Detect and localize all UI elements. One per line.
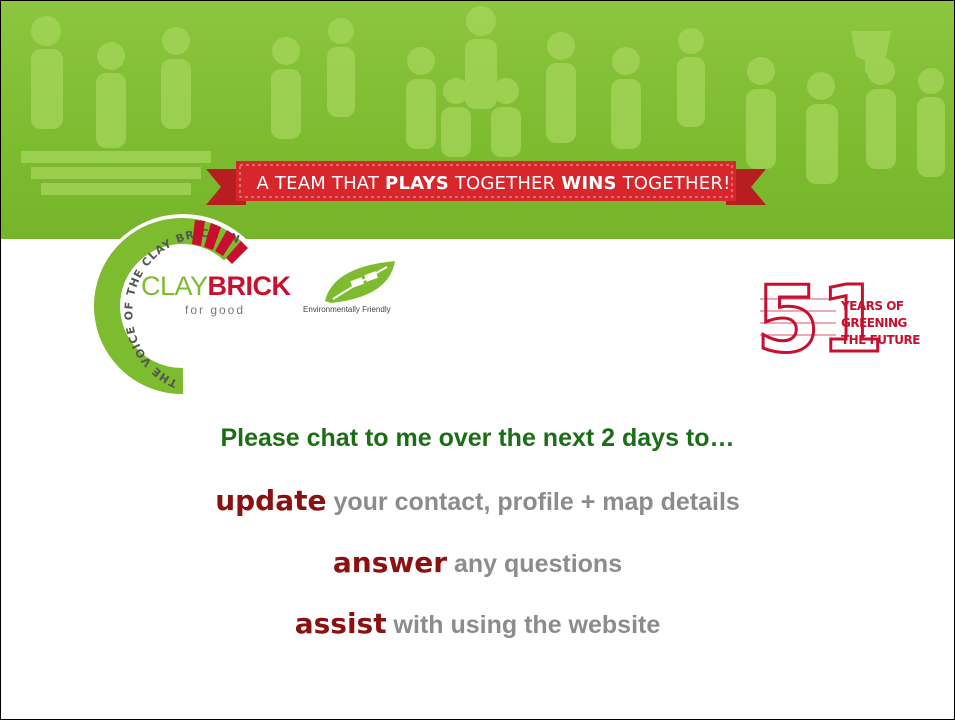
years-line-3: THE FUTURE [841,333,920,347]
tagline: A TEAM THAT PLAYS TOGETHER WINS TOGETHER… [256,173,731,194]
keyword: answer [332,546,448,579]
list-item: update your contact, profile + map detai… [1,484,954,517]
keyword: assist [294,607,387,640]
slide: A TEAM THAT PLAYS TOGETHER WINS TOGETHER… [0,0,955,720]
eco-label: Environmentally Friendly [303,305,391,314]
claybrick-subtitle: for good [185,303,246,317]
item-text: any questions [447,550,623,578]
item-text: your contact, profile + map details [326,488,740,516]
eco-leaf-icon [325,261,395,303]
claybrick-wordmark: CLAYBRICK [141,271,291,301]
headline: Please chat to me over the next 2 days t… [220,424,735,452]
item-text: with using the website [386,611,661,639]
years-line-2: GREENING [841,316,907,330]
list-item: assist with using the website [1,607,954,640]
keyword: update [215,484,327,517]
list-item: answer any questions [1,546,954,579]
years-line-1: YEARS OF [841,299,904,313]
